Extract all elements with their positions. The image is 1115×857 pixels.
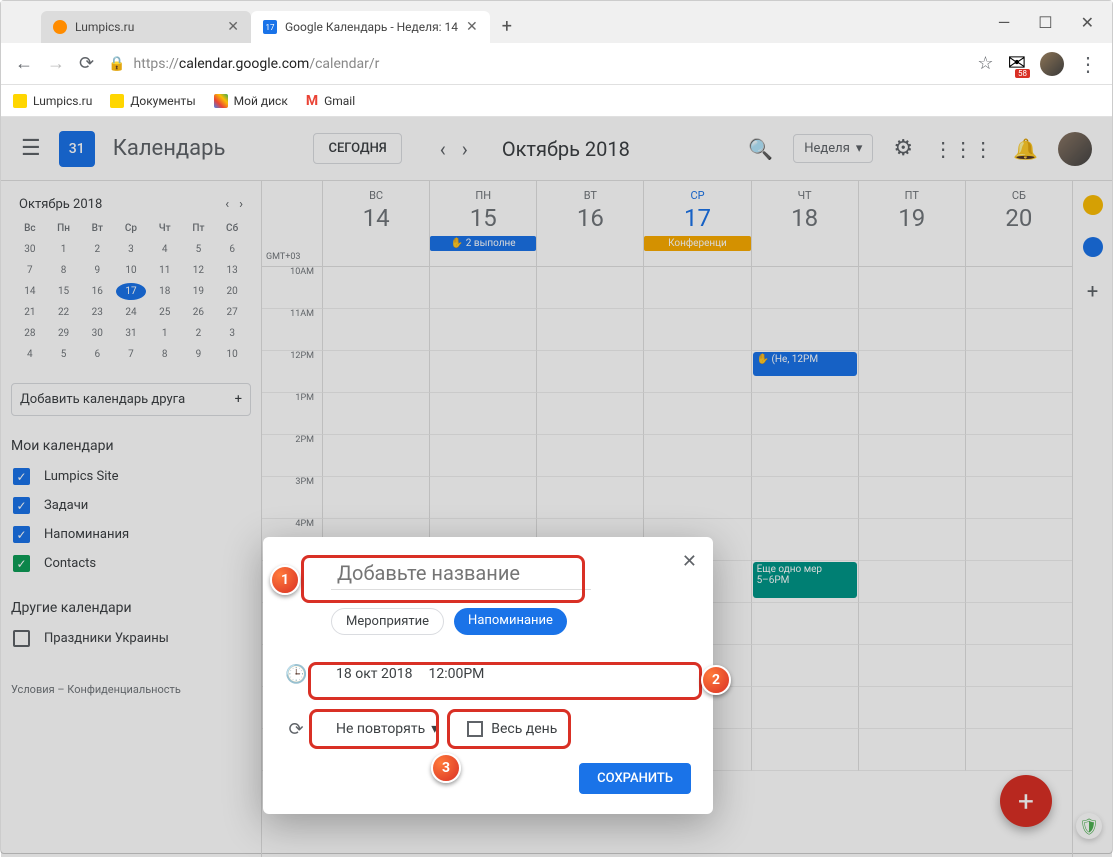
tab-event[interactable]: Мероприятие <box>331 608 444 635</box>
annotation-box-3a <box>309 709 439 749</box>
close-icon[interactable]: ✕ <box>1081 13 1094 32</box>
window-controls: — ☐ ✕ <box>998 13 1094 32</box>
star-icon[interactable]: ☆ <box>977 53 993 74</box>
annotation-badge-1: 1 <box>270 565 300 595</box>
tab-calendar[interactable]: 17 Google Календарь - Неделя: 14 ✕ <box>251 11 490 43</box>
annotation-box-3b <box>447 709 571 749</box>
tab-close-icon[interactable]: ✕ <box>466 19 478 35</box>
bookmark-gmail[interactable]: MGmail <box>306 93 355 109</box>
mail-extension-icon[interactable]: ✉58 <box>1008 51 1026 76</box>
back-icon[interactable]: ← <box>15 53 33 74</box>
favicon-orange <box>53 20 67 34</box>
maximize-icon[interactable]: ☐ <box>1038 13 1052 32</box>
tab-reminder[interactable]: Напоминание <box>454 608 567 635</box>
bookmark-drive[interactable]: Мой диск <box>214 94 288 108</box>
tab-close-icon[interactable]: ✕ <box>227 19 239 35</box>
tab-lumpics[interactable]: Lumpics.ru ✕ <box>41 11 251 43</box>
url-field[interactable]: 🔒 https://calendar.google.com/calendar/r <box>108 56 963 72</box>
tab-bar: Lumpics.ru ✕ 17 Google Календарь - Недел… <box>1 1 1112 43</box>
folder-icon <box>110 94 124 108</box>
gmail-icon: M <box>306 93 318 109</box>
annotation-badge-2: 2 <box>701 665 731 695</box>
save-button[interactable]: СОХРАНИТЬ <box>579 763 691 794</box>
bookmark-docs[interactable]: Документы <box>110 94 195 108</box>
new-tab-button[interactable]: + <box>502 16 512 37</box>
lock-icon: 🔒 <box>108 56 125 72</box>
profile-avatar[interactable] <box>1040 52 1064 76</box>
annotation-box-2 <box>308 662 702 700</box>
annotation-badge-3: 3 <box>431 753 461 783</box>
tab-title: Google Календарь - Неделя: 14 <box>285 20 458 34</box>
reload-icon[interactable]: ⟳ <box>79 53 94 74</box>
favicon-calendar: 17 <box>263 20 277 34</box>
kebab-menu-icon[interactable]: ⋮ <box>1078 52 1098 76</box>
tab-title: Lumpics.ru <box>75 20 134 34</box>
minimize-icon[interactable]: — <box>998 13 1011 32</box>
repeat-icon: ⟳ <box>285 719 307 740</box>
bookmarks-bar: Lumpics.ru Документы Мой диск MGmail <box>1 85 1112 117</box>
folder-icon <box>13 94 27 108</box>
bookmark-lumpics[interactable]: Lumpics.ru <box>13 94 92 108</box>
annotation-box-1 <box>301 555 585 603</box>
drive-icon <box>214 94 228 108</box>
address-bar: ← → ⟳ 🔒 https://calendar.google.com/cale… <box>1 43 1112 85</box>
clock-icon: 🕒 <box>285 664 307 685</box>
dialog-close-icon[interactable]: ✕ <box>682 551 697 572</box>
forward-icon[interactable]: → <box>47 53 65 74</box>
